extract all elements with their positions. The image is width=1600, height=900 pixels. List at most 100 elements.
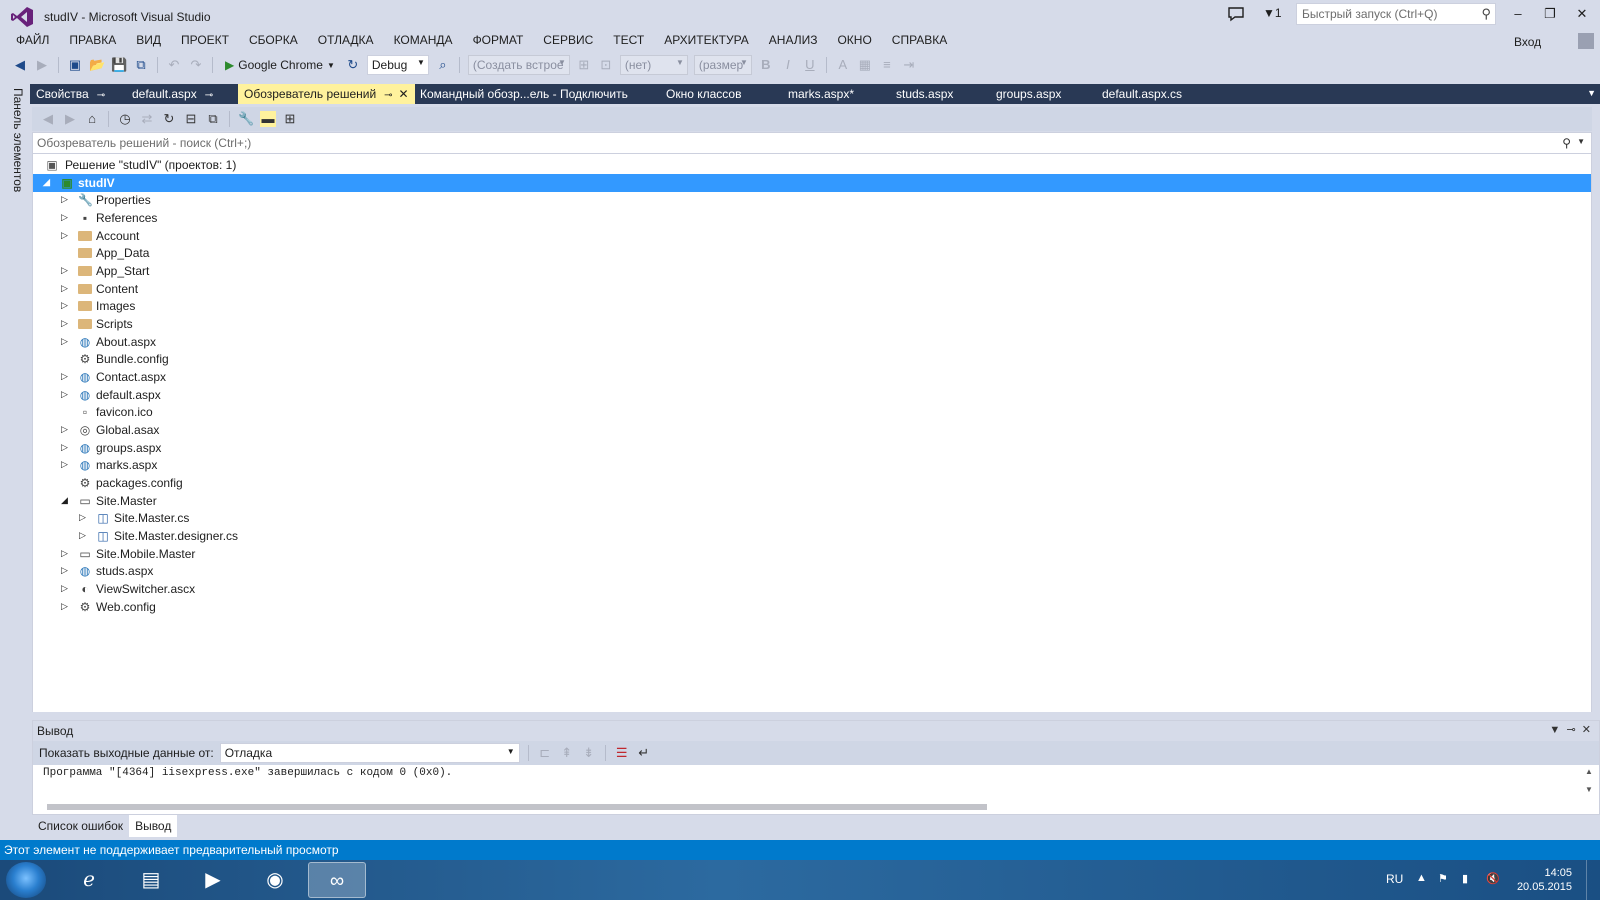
menu-analyze[interactable]: АНАЛИЗ: [759, 30, 828, 52]
sign-in-link[interactable]: Вход: [1514, 35, 1541, 49]
collapse-arrow-icon[interactable]: ◢: [43, 177, 50, 188]
menu-test[interactable]: ТЕСТ: [603, 30, 654, 52]
find-message-icon[interactable]: ⊏: [537, 745, 553, 761]
expand-arrow-icon[interactable]: ▷: [61, 371, 68, 382]
menu-edit[interactable]: ПРАВКА: [59, 30, 126, 52]
refresh-icon[interactable]: ↻: [345, 57, 361, 73]
expand-arrow-icon[interactable]: ▷: [61, 389, 68, 400]
block-format-select[interactable]: (Создать встрое ▼: [467, 55, 570, 75]
forward-icon[interactable]: ▶: [62, 111, 78, 127]
tree-item[interactable]: ▷ ⚙ Web.config: [33, 598, 1591, 616]
show-all-files-icon[interactable]: ⧉: [205, 111, 221, 127]
tab-default-aspx-cs[interactable]: default.aspx.cs: [1096, 84, 1188, 104]
file-explorer-icon[interactable]: ▤: [122, 862, 180, 898]
underline-icon[interactable]: U: [802, 57, 818, 73]
tree-item[interactable]: ▷ ◍ studs.aspx: [33, 562, 1591, 580]
tree-item[interactable]: ⚙ packages.config: [33, 474, 1591, 492]
sync-icon[interactable]: ⇄: [139, 111, 155, 127]
menu-tools[interactable]: СЕРВИС: [533, 30, 603, 52]
pin-icon[interactable]: ⊸: [1566, 724, 1575, 736]
expand-arrow-icon[interactable]: ▷: [61, 265, 68, 276]
expand-arrow-icon[interactable]: ▷: [61, 318, 68, 329]
pin-icon[interactable]: ⊸: [97, 90, 105, 101]
tree-item[interactable]: ▷ Scripts: [33, 315, 1591, 333]
expand-arrow-icon[interactable]: ▷: [61, 442, 68, 453]
tab-error-list[interactable]: Список ошибок: [32, 815, 130, 837]
close-window-button[interactable]: ✕: [1568, 4, 1596, 24]
show-desktop-button[interactable]: [1586, 860, 1600, 900]
tab-overflow-icon[interactable]: ▼: [1587, 88, 1596, 98]
navigate-forward-icon[interactable]: ▶: [34, 57, 50, 73]
language-indicator[interactable]: RU: [1386, 872, 1403, 886]
tree-item[interactable]: ◢ ▭ Site.Master: [33, 492, 1591, 510]
home-icon[interactable]: ⌂: [84, 111, 100, 127]
chevron-down-icon[interactable]: ▼: [1577, 137, 1585, 146]
word-wrap-icon[interactable]: ↵: [636, 745, 652, 761]
tree-item[interactable]: ▷ 🔧 Properties: [33, 191, 1591, 209]
tree-item[interactable]: ▷ ◍ Contact.aspx: [33, 368, 1591, 386]
expand-arrow-icon[interactable]: ▷: [61, 601, 68, 612]
tree-item[interactable]: ▷ Content: [33, 280, 1591, 298]
tree-item[interactable]: ▷ ◫ Site.Master.designer.cs: [33, 527, 1591, 545]
tree-item[interactable]: ▷ ◍ default.aspx: [33, 386, 1591, 404]
expand-arrow-icon[interactable]: ▷: [61, 230, 68, 241]
expand-arrow-icon[interactable]: ▷: [61, 194, 68, 205]
user-avatar-icon[interactable]: [1578, 33, 1594, 49]
output-source-select[interactable]: Отладка ▼: [219, 743, 520, 763]
tree-item[interactable]: ▷ ◫ Site.Master.cs: [33, 509, 1591, 527]
tab-marks-aspx[interactable]: marks.aspx*: [782, 84, 860, 104]
configuration-select[interactable]: Debug ▼: [366, 55, 429, 75]
tree-item[interactable]: ▷ ◎ Global.asax: [33, 421, 1591, 439]
minimize-button[interactable]: ‒: [1504, 4, 1532, 24]
menu-debug[interactable]: ОТЛАДКА: [308, 30, 384, 52]
show-hidden-icons-icon[interactable]: ▲: [1416, 872, 1427, 884]
menu-architecture[interactable]: АРХИТЕКТУРА: [654, 30, 759, 52]
clear-all-icon[interactable]: ☰: [614, 745, 630, 761]
pin-icon[interactable]: ⊸: [384, 90, 392, 101]
redo-icon[interactable]: ↷: [188, 57, 204, 73]
media-player-icon[interactable]: ▶: [184, 862, 242, 898]
tab-studs-aspx[interactable]: studs.aspx: [890, 84, 959, 104]
menu-team[interactable]: КОМАНДА: [384, 30, 463, 52]
start-debugging-button[interactable]: ▶ Google Chrome ▼: [221, 58, 339, 72]
toolbox-tab[interactable]: Панель элементов: [5, 84, 25, 194]
pin-icon[interactable]: ⊸: [205, 90, 213, 101]
navigate-back-icon[interactable]: ◀: [12, 57, 28, 73]
tab-class-view[interactable]: Окно классов: [660, 84, 747, 104]
previous-message-icon[interactable]: ⇞: [559, 745, 575, 761]
find-in-files-icon[interactable]: ⌕: [435, 57, 451, 73]
tab-groups-aspx[interactable]: groups.aspx: [990, 84, 1067, 104]
menu-window[interactable]: ОКНО: [827, 30, 881, 52]
expand-arrow-icon[interactable]: ▷: [61, 283, 68, 294]
menu-format[interactable]: ФОРМАТ: [463, 30, 534, 52]
expand-arrow-icon[interactable]: ▷: [61, 424, 68, 435]
undo-icon[interactable]: ↶: [166, 57, 182, 73]
view-class-diagram-icon[interactable]: ⊞: [282, 111, 298, 127]
pending-changes-filter-icon[interactable]: ◷: [117, 111, 133, 127]
system-clock[interactable]: 14:05 20.05.2015: [1508, 866, 1572, 894]
tree-item[interactable]: ▷ Account: [33, 227, 1591, 245]
tree-item[interactable]: ▷ ◐ ViewSwitcher.ascx: [33, 580, 1591, 598]
expand-arrow-icon[interactable]: ▷: [61, 300, 68, 311]
save-all-icon[interactable]: ⧉: [133, 57, 149, 73]
tree-item[interactable]: ▷ Images: [33, 297, 1591, 315]
expand-arrow-icon[interactable]: ▷: [61, 583, 68, 594]
internet-explorer-icon[interactable]: ℯ: [60, 862, 118, 898]
menu-file[interactable]: ФАЙЛ: [6, 30, 59, 52]
tab-team-explorer[interactable]: Командный обозр...ель - Подключить: [414, 84, 634, 104]
tree-item[interactable]: ⚙ Bundle.config: [33, 350, 1591, 368]
tab-default-aspx[interactable]: default.aspx ⊸: [126, 84, 219, 104]
restore-button[interactable]: ❐: [1536, 4, 1564, 24]
menu-view[interactable]: ВИД: [126, 30, 171, 52]
menu-project[interactable]: ПРОЕКТ: [171, 30, 239, 52]
expand-arrow-icon[interactable]: ▷: [61, 565, 68, 576]
expand-arrow-icon[interactable]: ▷: [79, 512, 86, 523]
font-size-select[interactable]: (размер ▼: [693, 55, 752, 75]
close-icon[interactable]: ✕: [399, 87, 409, 101]
visual-studio-taskbar-icon[interactable]: ∞: [308, 862, 366, 898]
indent-icon[interactable]: ⇥: [901, 57, 917, 73]
collapse-all-icon[interactable]: ⊟: [183, 111, 199, 127]
menu-help[interactable]: СПРАВКА: [882, 30, 958, 52]
expand-arrow-icon[interactable]: ▷: [61, 459, 68, 470]
bold-icon[interactable]: B: [758, 57, 774, 73]
